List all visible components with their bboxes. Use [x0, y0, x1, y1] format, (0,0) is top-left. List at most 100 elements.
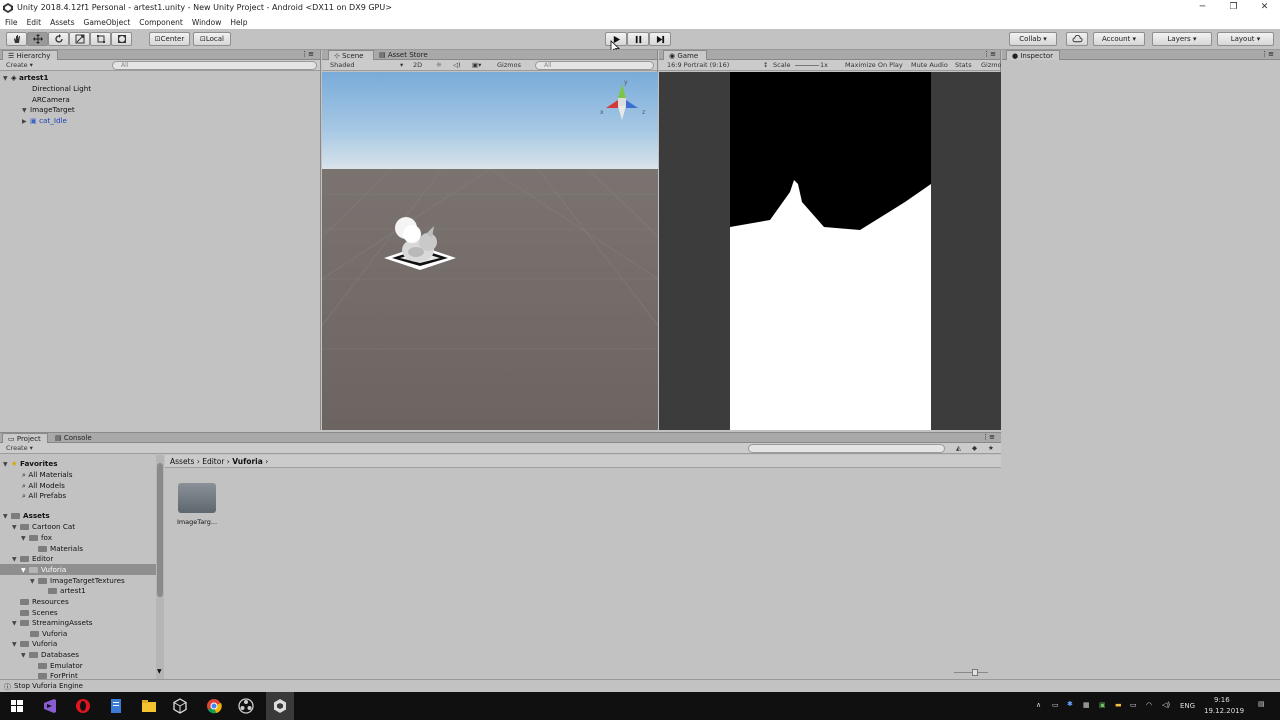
hierarchy-item-imagetarget[interactable]: ▼ ImageTarget	[22, 105, 75, 114]
menu-gameobject[interactable]: GameObject	[84, 18, 131, 27]
pivot-center-button[interactable]: ⊡Center	[149, 32, 190, 46]
tab-project[interactable]: ▭ Project	[2, 433, 48, 443]
close-button[interactable]: ✕	[1249, 0, 1280, 15]
game-viewport[interactable]	[659, 72, 1001, 430]
rect-tool-button[interactable]	[90, 32, 111, 46]
hierarchy-create-button[interactable]: Create ▾	[6, 61, 33, 70]
file-explorer-icon[interactable]	[140, 697, 158, 715]
folder-streamingassets-vuforia[interactable]: Vuforia	[30, 629, 67, 638]
tray-battery-icon[interactable]: ▭	[1130, 701, 1137, 709]
tray-folder-icon[interactable]: ▬	[1115, 701, 1122, 709]
panel-menu-icon[interactable]: ⋮≡	[983, 50, 996, 58]
effects-toggle-icon[interactable]: ▣▾	[472, 61, 481, 70]
game-gizmos-dropdown[interactable]: Gizmo	[981, 61, 1001, 70]
slider-thumb[interactable]	[972, 669, 978, 676]
mute-audio-toggle[interactable]: Mute Audio	[911, 61, 948, 70]
collab-button[interactable]: Collab ▾	[1009, 32, 1057, 46]
scale-tool-button[interactable]	[69, 32, 90, 46]
favorite-all-materials[interactable]: ⌕ All Materials	[22, 470, 72, 480]
hand-tool-button[interactable]	[6, 32, 27, 46]
folder-forprint[interactable]: ForPrint	[38, 671, 78, 679]
audio-toggle-icon[interactable]: ◁)	[453, 61, 461, 70]
assets-root[interactable]: ▼ Assets	[3, 511, 50, 520]
project-create-button[interactable]: Create ▾	[6, 444, 33, 453]
cloud-button[interactable]	[1066, 32, 1088, 46]
language-indicator[interactable]: ENG	[1180, 702, 1195, 710]
transform-tool-button[interactable]	[111, 32, 132, 46]
rotate-tool-button[interactable]	[48, 32, 69, 46]
panel-menu-icon[interactable]: ⋮≡	[301, 50, 314, 58]
tray-chevron-up-icon[interactable]: ∧	[1036, 701, 1041, 709]
favorite-all-models[interactable]: ⌕ All Models	[22, 481, 65, 491]
folder-vuforia[interactable]: ▼ Vuforia	[12, 639, 57, 648]
visual-studio-icon[interactable]	[41, 697, 59, 715]
pivot-local-button[interactable]: ⊡Local	[193, 32, 231, 46]
breadcrumb-editor[interactable]: Editor	[202, 457, 224, 466]
document-icon[interactable]	[107, 697, 125, 715]
tree-scrollbar[interactable]: ▼	[156, 455, 164, 679]
notifications-icon[interactable]: ▤	[1258, 700, 1265, 708]
tray-volume-icon[interactable]: ◁)	[1162, 701, 1170, 709]
scroll-down-arrow-icon[interactable]: ▼	[157, 668, 162, 675]
panel-menu-icon[interactable]: ⋮≡	[1261, 50, 1274, 58]
shading-mode-dropdown[interactable]: Shaded	[330, 61, 354, 70]
chrome-icon[interactable]	[205, 697, 223, 715]
breadcrumb-vuforia[interactable]: Vuforia	[232, 457, 263, 466]
unity-editor-taskbar-button[interactable]	[266, 692, 294, 720]
tab-scene[interactable]: ⊹ Scene	[328, 50, 374, 60]
obs-icon[interactable]	[237, 697, 255, 715]
tab-hierarchy[interactable]: ☰ Hierarchy	[2, 50, 58, 60]
cat-model-on-target[interactable]	[380, 210, 460, 290]
hierarchy-item-arcamera[interactable]: ARCamera	[32, 95, 70, 104]
opera-icon[interactable]	[74, 697, 92, 715]
folder-databases[interactable]: ▼ Databases	[21, 650, 79, 659]
folder-emulator[interactable]: Emulator	[38, 661, 83, 670]
aspect-ratio-dropdown[interactable]: 16:9 Portrait (9:16)	[667, 61, 729, 70]
favorites-header[interactable]: ▼ ★ Favorites	[3, 459, 58, 468]
menu-edit[interactable]: Edit	[27, 18, 42, 27]
menu-component[interactable]: Component	[139, 18, 183, 27]
lighting-toggle-icon[interactable]: ☼	[436, 61, 442, 70]
scene-viewport[interactable]: y z x	[322, 72, 658, 430]
tray-app-icon[interactable]: ▦	[1083, 701, 1090, 709]
tree-scrollbar-thumb[interactable]	[157, 463, 163, 597]
project-search-input[interactable]	[748, 444, 945, 453]
stats-toggle[interactable]: Stats	[955, 61, 972, 70]
scene-search-input[interactable]: All	[535, 61, 654, 70]
hierarchy-search-input[interactable]: All	[112, 61, 317, 70]
windows-start-icon[interactable]	[8, 697, 26, 715]
breadcrumb-assets[interactable]: Assets	[170, 457, 194, 466]
folder-resources[interactable]: Resources	[20, 597, 69, 606]
folder-materials[interactable]: Materials	[38, 544, 83, 553]
tab-game[interactable]: ◉ Game	[663, 50, 707, 60]
tab-inspector[interactable]: ● Inspector	[1006, 50, 1060, 60]
layout-dropdown[interactable]: Layout ▾	[1217, 32, 1274, 46]
menu-help[interactable]: Help	[230, 18, 247, 27]
folder-scenes[interactable]: Scenes	[20, 608, 58, 617]
filter-type-icon[interactable]: ◭	[956, 444, 961, 453]
folder-streamingassets[interactable]: ▼ StreamingAssets	[12, 618, 93, 627]
gizmos-dropdown[interactable]: Gizmos	[497, 61, 521, 70]
asset-tile[interactable]: ImageTarg...	[176, 483, 218, 533]
2d-toggle[interactable]: 2D	[413, 61, 422, 70]
tab-asset-store[interactable]: ▤ Asset Store	[374, 50, 436, 60]
account-dropdown[interactable]: Account ▾	[1093, 32, 1145, 46]
tab-console[interactable]: ▤ Console	[50, 433, 100, 443]
minimize-button[interactable]: ─	[1187, 0, 1218, 15]
icon-size-slider[interactable]	[954, 669, 988, 676]
folder-fox[interactable]: ▼ fox	[21, 533, 52, 542]
move-tool-button[interactable]	[27, 32, 48, 46]
step-button[interactable]	[649, 32, 671, 46]
tray-wifi-icon[interactable]: ◠	[1146, 701, 1152, 709]
folder-cartoon-cat[interactable]: ▼ Cartoon Cat	[12, 522, 75, 531]
favorite-all-prefabs[interactable]: ⌕ All Prefabs	[22, 491, 66, 501]
hierarchy-item-directional-light[interactable]: Directional Light	[32, 84, 91, 93]
pause-button[interactable]	[627, 32, 649, 46]
layers-dropdown[interactable]: Layers ▾	[1152, 32, 1212, 46]
tray-network-icon[interactable]: ▭	[1052, 701, 1059, 709]
orientation-gizmo[interactable]: y z x	[594, 76, 650, 128]
folder-editor-vuforia[interactable]: ▼ Vuforia	[21, 565, 66, 574]
folder-imagetargettextures[interactable]: ▼ ImageTargetTextures	[30, 576, 125, 585]
menu-file[interactable]: File	[5, 18, 18, 27]
maximize-on-play-toggle[interactable]: Maximize On Play	[845, 61, 903, 70]
